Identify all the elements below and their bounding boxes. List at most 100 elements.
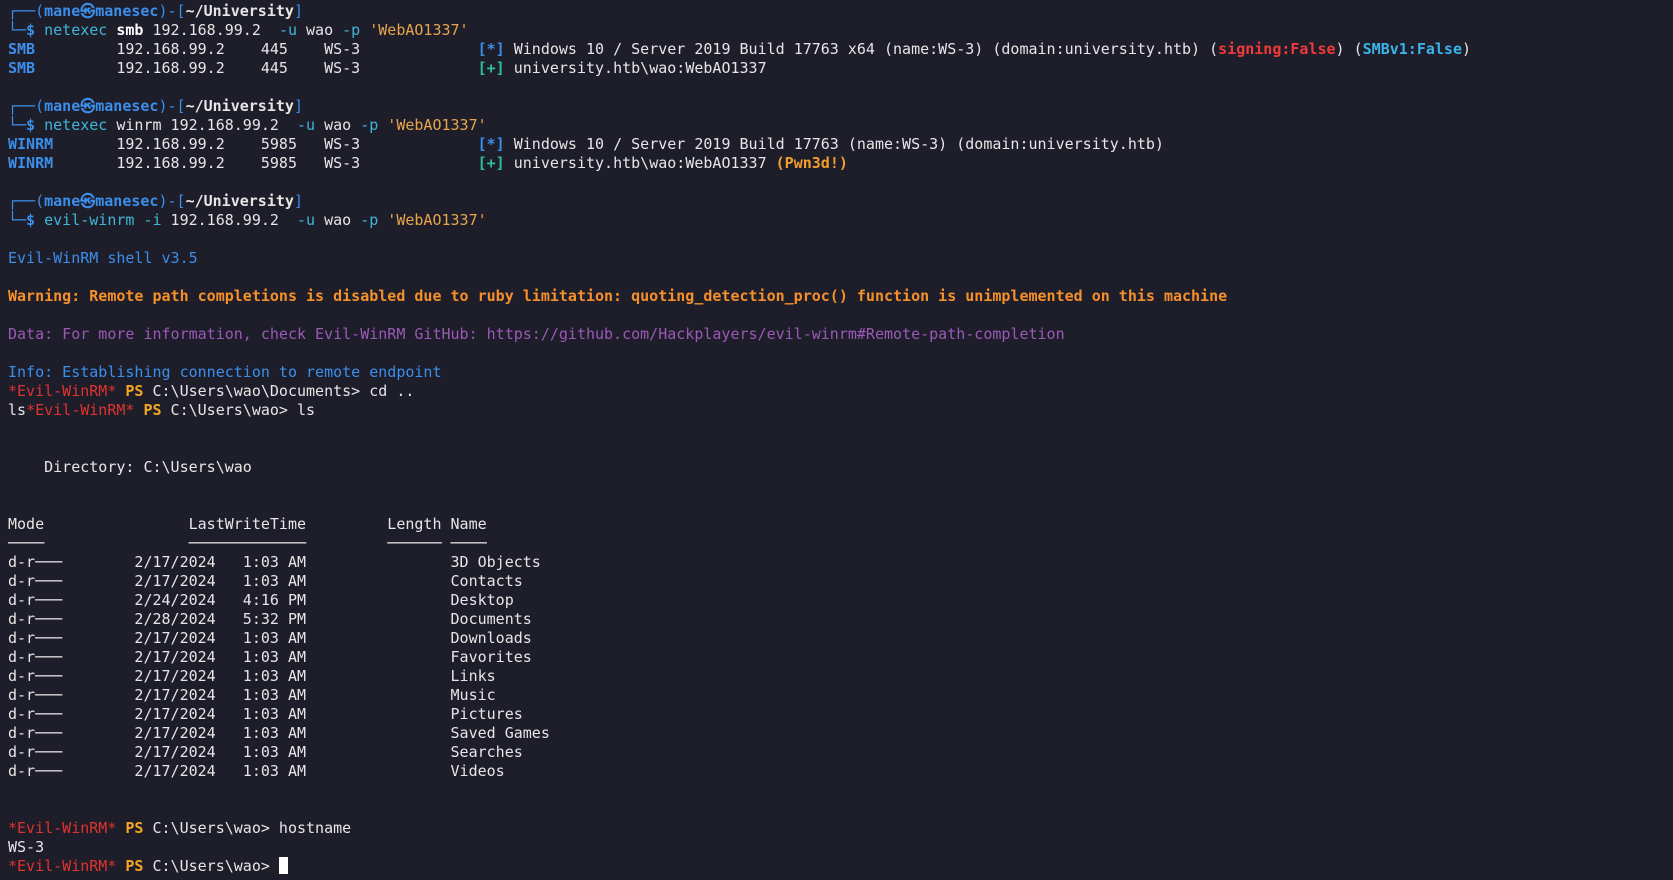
terminal-text-segment: ~/University bbox=[185, 192, 294, 210]
terminal-text-segment: d-r─── 2/17/2024 1:03 AM Downloads bbox=[8, 629, 532, 647]
terminal-text-segment: -p bbox=[342, 21, 361, 39]
terminal-text-segment: Windows 10 / Server 2019 Build 17763 x64… bbox=[504, 40, 1219, 58]
terminal-text-segment: d-r─── 2/17/2024 1:03 AM Pictures bbox=[8, 705, 523, 723]
terminal-text-segment: ~/University bbox=[185, 2, 294, 20]
terminal-text-segment: ┌──( bbox=[8, 192, 45, 210]
terminal-text-segment: Mode LastWriteTime Length Name bbox=[8, 515, 487, 533]
terminal-text-segment: PS bbox=[134, 401, 162, 419]
terminal-text-segment: d-r─── 2/17/2024 1:03 AM Saved Games bbox=[8, 724, 550, 742]
terminal-text-segment: Evil-WinRM shell v3.5 bbox=[8, 249, 198, 267]
terminal-text-segment: university.htb\wao:WebAO1337 bbox=[504, 154, 776, 172]
terminal-text-segment: WS-3 bbox=[8, 838, 45, 856]
terminal-line: ──── ───────────── ────── ──── bbox=[8, 534, 1673, 553]
terminal-text-segment: PS bbox=[116, 382, 144, 400]
terminal-line: d-r─── 2/17/2024 1:03 AM Music bbox=[8, 686, 1673, 705]
terminal-line: d-r─── 2/17/2024 1:03 AM Contacts bbox=[8, 572, 1673, 591]
terminal-line: └─$ netexec winrm 192.168.99.2 -u wao -p… bbox=[8, 116, 1673, 135]
terminal-text-segment: Windows 10 / Server 2019 Build 17763 (na… bbox=[504, 135, 1164, 153]
terminal-text-segment: └─$ bbox=[8, 21, 45, 39]
terminal-text-segment: d-r─── 2/17/2024 1:03 AM Contacts bbox=[8, 572, 523, 590]
terminal-text-segment: C:\Users\wao> ls bbox=[161, 401, 316, 419]
terminal-text-segment: )-[ bbox=[158, 2, 186, 20]
terminal-line: d-r─── 2/17/2024 1:03 AM Pictures bbox=[8, 705, 1673, 724]
terminal-line: ┌──(mane㉿manesec)-[~/University] bbox=[8, 192, 1673, 211]
terminal-text-segment: d-r─── 2/17/2024 1:03 AM Videos bbox=[8, 762, 505, 780]
terminal-line: Data: For more information, check Evil-W… bbox=[8, 325, 1673, 344]
terminal-line: d-r─── 2/17/2024 1:03 AM 3D Objects bbox=[8, 553, 1673, 572]
terminal-line: d-r─── 2/24/2024 4:16 PM Desktop bbox=[8, 591, 1673, 610]
terminal-text-segment: Warning: Remote path completions is disa… bbox=[8, 287, 1228, 305]
terminal-text-segment: Data: For more information, check Evil-W… bbox=[8, 325, 1065, 343]
terminal-text-segment: (Pwn3d!) bbox=[775, 154, 848, 172]
terminal-text-segment: ] bbox=[293, 97, 303, 115]
terminal-cursor bbox=[278, 857, 288, 874]
terminal-text-segment: 192.168.99.2 445 WS-3 bbox=[35, 40, 478, 58]
terminal-text-segment: ~/University bbox=[185, 97, 294, 115]
terminal-text-segment: wao bbox=[297, 21, 343, 39]
terminal-text-segment: smb bbox=[116, 21, 144, 39]
terminal-text-segment: 192.168.99.2 445 WS-3 bbox=[35, 59, 478, 77]
terminal-text-segment: wao bbox=[315, 211, 361, 229]
terminal-text-segment: 'WebAO1337' bbox=[378, 211, 487, 229]
terminal-line: WINRM 192.168.99.2 5985 WS-3 [*] Windows… bbox=[8, 135, 1673, 154]
terminal-line: Warning: Remote path completions is disa… bbox=[8, 287, 1673, 306]
terminal-text-segment: SMB bbox=[8, 40, 36, 58]
terminal-text-segment: C:\Users\wao> bbox=[143, 857, 279, 875]
terminal-text-segment: ) ( bbox=[1335, 40, 1363, 58]
terminal-text-segment: -u bbox=[297, 116, 316, 134]
terminal-text-segment: -p bbox=[360, 116, 379, 134]
terminal-text-segment: PS bbox=[116, 819, 144, 837]
terminal-text-segment: d-r─── 2/28/2024 5:32 PM Documents bbox=[8, 610, 532, 628]
terminal-text-segment: evil-winrm bbox=[44, 211, 144, 229]
terminal-text-segment: signing:False bbox=[1218, 40, 1336, 58]
terminal-text-segment: -u bbox=[278, 21, 297, 39]
terminal-line: Info: Establishing connection to remote … bbox=[8, 363, 1673, 382]
terminal-text-segment: *Evil-WinRM* bbox=[8, 382, 117, 400]
terminal-text-segment: -p bbox=[360, 211, 379, 229]
terminal-line: d-r─── 2/17/2024 1:03 AM Favorites bbox=[8, 648, 1673, 667]
terminal-text-segment: C:\Users\wao> hostname bbox=[143, 819, 352, 837]
terminal-text-segment: mane㉿manesec bbox=[44, 192, 159, 210]
terminal-line: └─$ evil-winrm -i 192.168.99.2 -u wao -p… bbox=[8, 211, 1673, 230]
terminal-text-segment: ] bbox=[293, 192, 303, 210]
terminal-text-segment: netexec bbox=[44, 116, 117, 134]
terminal-text-segment: *Evil-WinRM* bbox=[8, 819, 117, 837]
terminal-line: *Evil-WinRM* PS C:\Users\wao\Documents> … bbox=[8, 382, 1673, 401]
terminal-text-segment: ls bbox=[8, 401, 27, 419]
terminal-text-segment: -u bbox=[297, 211, 316, 229]
terminal-text-segment: ┌──( bbox=[8, 97, 45, 115]
terminal-text-segment: WINRM bbox=[8, 135, 54, 153]
terminal-text-segment: 192.168.99.2 bbox=[143, 21, 279, 39]
terminal-text-segment: C:\Users\wao\Documents> cd .. bbox=[143, 382, 415, 400]
terminal-line: *Evil-WinRM* PS C:\Users\wao> bbox=[8, 857, 1673, 876]
terminal-text-segment: ┌──( bbox=[8, 2, 45, 20]
terminal-line: d-r─── 2/17/2024 1:03 AM Links bbox=[8, 667, 1673, 686]
terminal-text-segment: ) bbox=[1461, 40, 1472, 58]
terminal-line: d-r─── 2/28/2024 5:32 PM Documents bbox=[8, 610, 1673, 629]
terminal-text-segment: ] bbox=[293, 2, 303, 20]
terminal-text-segment: d-r─── 2/17/2024 1:03 AM Favorites bbox=[8, 648, 532, 666]
terminal-line: WS-3 bbox=[8, 838, 1673, 857]
terminal-text-segment: wao bbox=[315, 116, 361, 134]
terminal-text-segment: )-[ bbox=[158, 192, 186, 210]
terminal-text-segment: mane㉿manesec bbox=[44, 2, 159, 20]
terminal-text-segment: )-[ bbox=[158, 97, 186, 115]
terminal-line: d-r─── 2/17/2024 1:03 AM Searches bbox=[8, 743, 1673, 762]
terminal-line: ┌──(mane㉿manesec)-[~/University] bbox=[8, 97, 1673, 116]
terminal-text-segment: 192.168.99.2 5985 WS-3 bbox=[53, 154, 478, 172]
terminal-text-segment: [*] bbox=[477, 40, 505, 58]
terminal-text-segment: SMB bbox=[8, 59, 36, 77]
terminal-output[interactable]: ┌──(mane㉿manesec)-[~/University] └─$ nete… bbox=[0, 0, 1673, 880]
terminal-line: SMB 192.168.99.2 445 WS-3 [*] Windows 10… bbox=[8, 40, 1673, 59]
terminal-text-segment: university.htb\wao:WebAO1337 bbox=[504, 59, 767, 77]
terminal-text-segment: mane㉿manesec bbox=[44, 97, 159, 115]
